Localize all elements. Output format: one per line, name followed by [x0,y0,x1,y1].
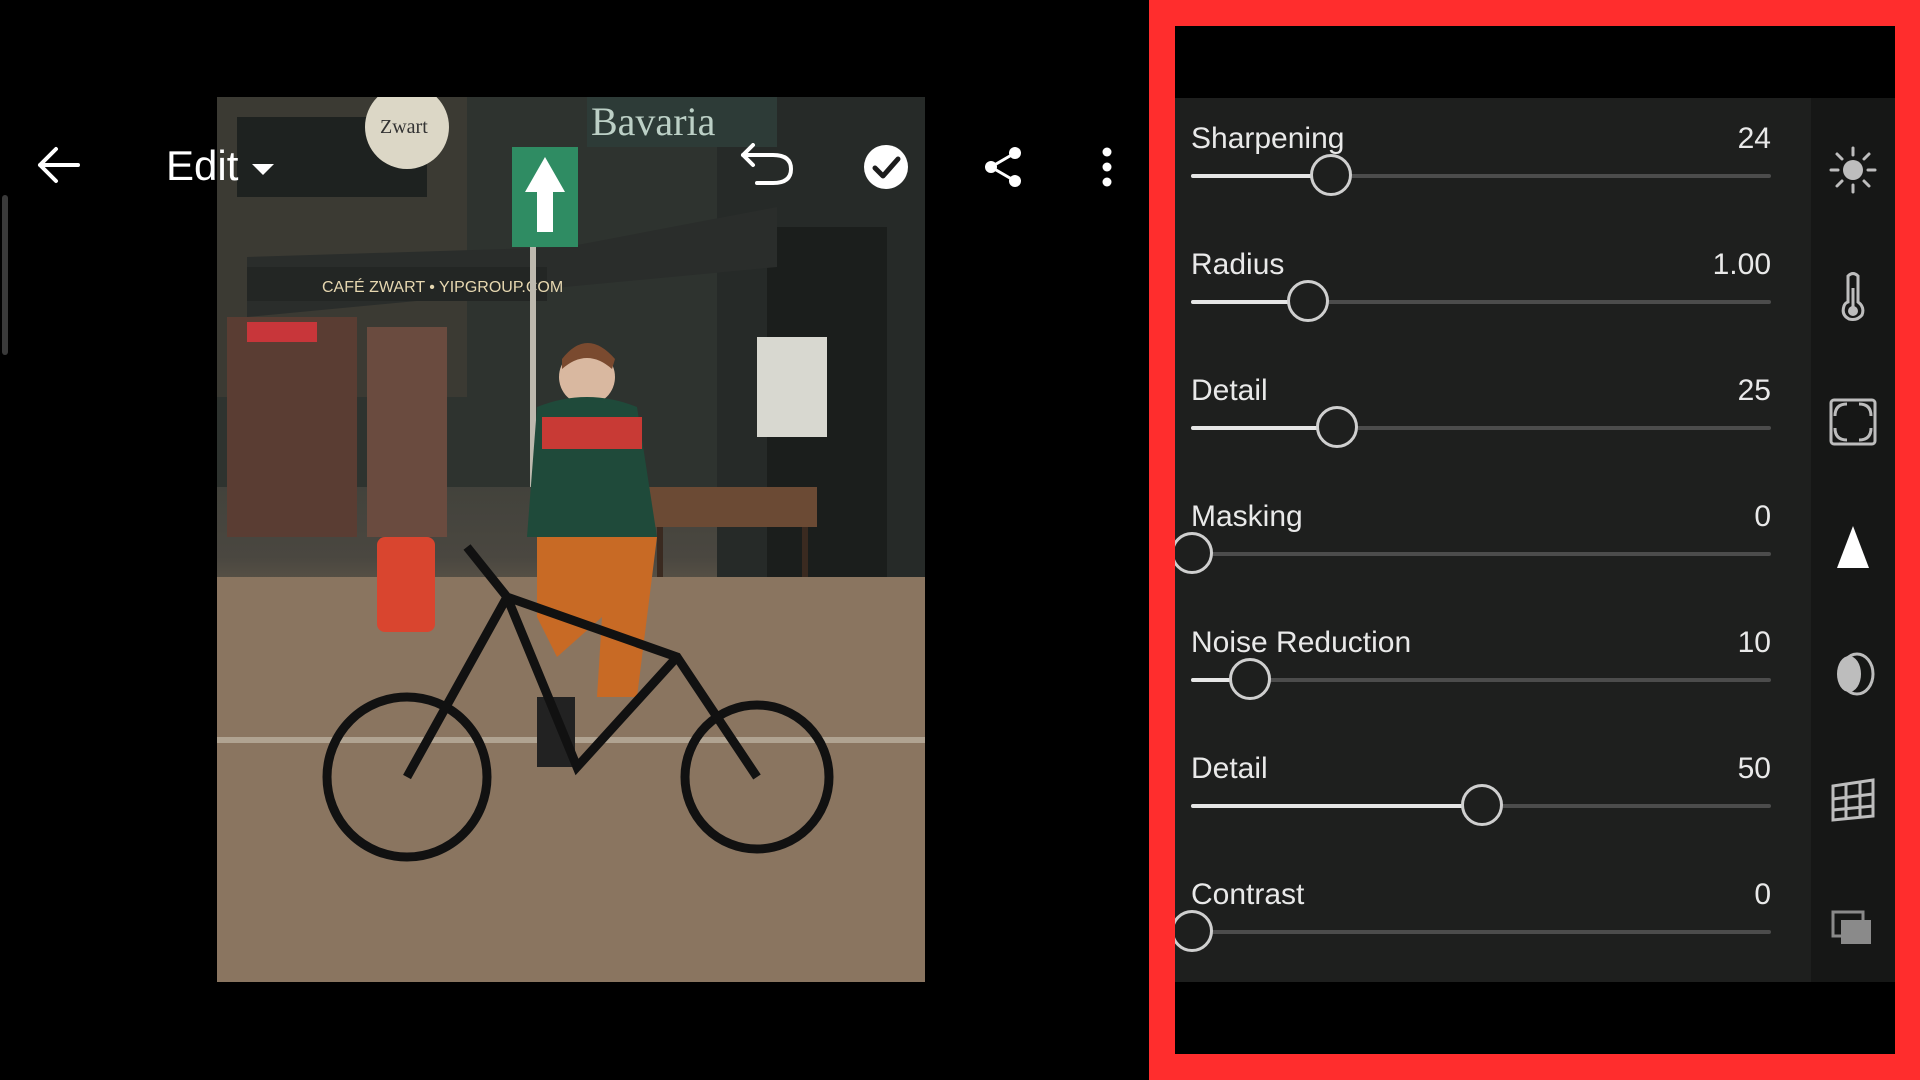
edit-mode-label: Edit [166,142,239,189]
more-options-button[interactable] [1092,140,1122,194]
undo-icon [741,143,794,185]
slider-label: Detail [1191,374,1268,407]
slider-label: Contrast [1191,878,1305,911]
slider-list: Sharpening 24 Radius 1.00 Detail 25 Mask… [1175,98,1811,982]
edit-mode-dropdown[interactable]: Edit [166,140,275,192]
detail-tool[interactable] [1825,520,1881,576]
geometry-tool[interactable] [1825,772,1881,828]
color-temperature-icon [1841,272,1865,321]
share-icon [985,147,1021,187]
back-button[interactable] [30,140,86,190]
slider-track[interactable] [1191,280,1771,322]
slider-thumb[interactable] [1287,280,1329,322]
optics-icon [1837,652,1875,696]
slider-label: Detail [1191,752,1268,785]
photo-preview: CAFÉ ZWART • YIPGROUP.COM Bavaria Zwart [217,97,925,982]
slider-value: 25 [1737,374,1771,407]
slider-value: 50 [1737,752,1771,785]
slider-track[interactable] [1175,910,1771,952]
slider-masking[interactable]: Masking 0 [1175,476,1771,602]
apply-button[interactable] [858,140,914,194]
slider-label: Sharpening [1191,122,1345,155]
slider-thumb[interactable] [1175,532,1213,574]
slider-sharpening[interactable]: Sharpening 24 [1191,98,1771,224]
tool-rail [1811,98,1895,982]
light-icon [1829,146,1877,194]
slider-value: 24 [1737,122,1771,155]
slider-fill [1191,426,1336,430]
optics-tool[interactable] [1825,646,1881,702]
presets-icon [1831,910,1871,944]
more-vertical-icon [1102,147,1112,187]
slider-label: Masking [1191,500,1303,533]
slider-contrast[interactable]: Contrast 0 [1175,854,1771,980]
slider-radius[interactable]: Radius 1.00 [1191,224,1771,350]
detail-panel-body: Sharpening 24 Radius 1.00 Detail 25 Mask… [1175,98,1895,982]
slider-track[interactable] [1191,154,1771,196]
slider-value: 1.00 [1712,248,1771,281]
detail-panel: Sharpening 24 Radius 1.00 Detail 25 Mask… [1175,26,1895,1054]
slider-value: 10 [1737,626,1771,659]
slider-detail-noise[interactable]: Detail 50 [1191,728,1771,854]
chevron-down-icon [252,163,275,175]
round-sign: Zwart [380,116,428,138]
checkmark-icon [864,145,908,189]
slider-thumb[interactable] [1461,784,1503,826]
slider-thumb[interactable] [1310,154,1353,196]
slider-label: Noise Reduction [1191,626,1412,659]
effects-tool[interactable] [1825,394,1881,450]
slider-noise-reduction[interactable]: Noise Reduction 10 [1191,602,1771,728]
scroll-indicator[interactable] [2,195,8,355]
presets-tool[interactable] [1825,898,1881,954]
slider-value: 0 [1754,878,1771,911]
back-arrow-icon [38,147,80,183]
awning-sign: CAFÉ ZWART • YIPGROUP.COM [322,277,563,296]
slider-value: 0 [1754,500,1771,533]
undo-button[interactable] [732,138,802,192]
detail-icon [1837,526,1869,568]
geometry-icon [1831,778,1875,822]
slider-thumb[interactable] [1229,658,1271,700]
effects-icon [1829,398,1877,446]
slider-fill [1191,804,1481,808]
slider-track[interactable] [1191,784,1771,826]
slider-label: Radius [1191,248,1285,281]
share-button[interactable] [978,140,1030,194]
slider-detail-sharpening[interactable]: Detail 25 [1191,350,1771,476]
bavaria-sign: Bavaria [591,99,716,144]
light-tool[interactable] [1825,142,1881,198]
slider-track[interactable] [1175,532,1771,574]
slider-thumb[interactable] [1175,910,1213,952]
slider-track[interactable] [1191,658,1771,700]
color-tool[interactable] [1825,268,1881,324]
slider-thumb[interactable] [1316,406,1358,448]
slider-track[interactable] [1191,406,1771,448]
